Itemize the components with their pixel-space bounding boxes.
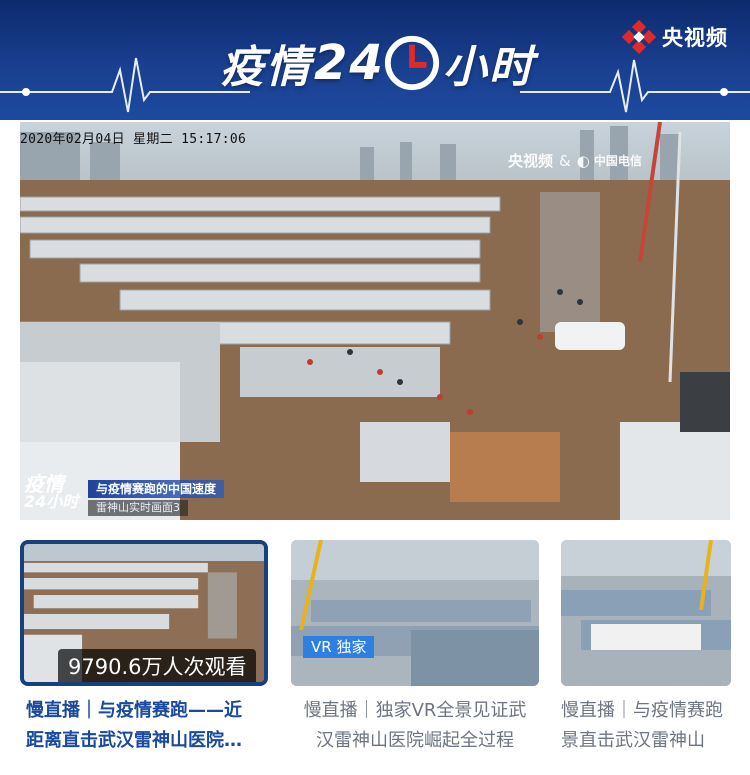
stream-list: 9790.6万人次观看 慢直播｜与疫情赛跑——近 距离直击武汉雷神山医院… VR… (0, 540, 750, 775)
stream-title-line2: 景直击武汉雷神山 (561, 730, 705, 751)
clock-icon (384, 35, 439, 91)
stream-title-line1: 慢直播｜与疫情赛跑——近 (26, 700, 242, 721)
brand-logo[interactable]: 央视频 (622, 20, 728, 54)
brand-name: 央视频 (662, 26, 728, 50)
program-overlay-logo: 疫情 24小时 (24, 474, 86, 516)
stream-thumbnail[interactable]: 9790.6万人次观看 (20, 540, 268, 686)
show-title-pre: 疫情 (220, 42, 312, 93)
live-video-player[interactable]: 2020年02月04日 星期二 15:17:06 央视频 & ◐ 中国电信 疫情… (20, 122, 730, 520)
watermark-amp: & (559, 151, 571, 170)
stream-thumbnail[interactable]: VR 独家 (291, 540, 539, 686)
watermark-brand: 央视频 (508, 152, 554, 170)
show-title: 疫情 24 小时 (220, 30, 535, 96)
stream-2-image (291, 540, 539, 686)
stream-thumbnail[interactable] (561, 540, 731, 686)
overlay-logo-bottom: 24小时 (24, 492, 79, 511)
stream-card-3[interactable]: 慢直播｜与疫情赛跑 景直击武汉雷神山 (561, 540, 750, 775)
video-timestamp: 2020年02月04日 星期二 15:17:06 (20, 132, 247, 147)
stream-title-line1: 慢直播｜独家VR全景见证武 (303, 700, 527, 721)
stream-card-1[interactable]: 9790.6万人次观看 慢直播｜与疫情赛跑——近 距离直击武汉雷神山医院… (20, 540, 268, 775)
show-title-num: 24 (314, 35, 385, 91)
construction-site-image (20, 122, 730, 520)
vr-exclusive-badge: VR 独家 (303, 636, 375, 658)
overlay-logo-top: 疫情 (24, 472, 64, 496)
stream-title-line2: 汉雷神山医院崛起全过程 (316, 730, 514, 751)
video-subcaption: 雷神山实时画面3 (88, 500, 188, 516)
stream-title-line2: 距离直击武汉雷神山医院… (26, 730, 242, 751)
telecom-icon: ◐ (576, 151, 590, 170)
stream-title-line1: 慢直播｜与疫情赛跑 (561, 700, 723, 721)
show-title-post: 小时 (442, 42, 535, 93)
view-count: 9790.6万人次观看 (58, 649, 257, 682)
stream-title[interactable]: 慢直播｜独家VR全景见证武 汉雷神山医院崛起全过程 (291, 696, 539, 756)
stream-card-2[interactable]: VR 独家 慢直播｜独家VR全景见证武 汉雷神山医院崛起全过程 (291, 540, 539, 775)
stream-title[interactable]: 慢直播｜与疫情赛跑 景直击武汉雷神山 (561, 696, 750, 756)
stream-title[interactable]: 慢直播｜与疫情赛跑——近 距离直击武汉雷神山医院… (20, 696, 268, 756)
watermark-partner: 中国电信 (593, 154, 642, 168)
cctv-logo-icon (622, 20, 656, 54)
video-caption: 与疫情赛跑的中国速度 (88, 480, 225, 498)
stream-3-image (561, 540, 731, 686)
video-watermark: 央视频 & ◐ 中国电信 (508, 150, 642, 171)
header-banner: 疫情 24 小时 央视频 (0, 0, 750, 120)
